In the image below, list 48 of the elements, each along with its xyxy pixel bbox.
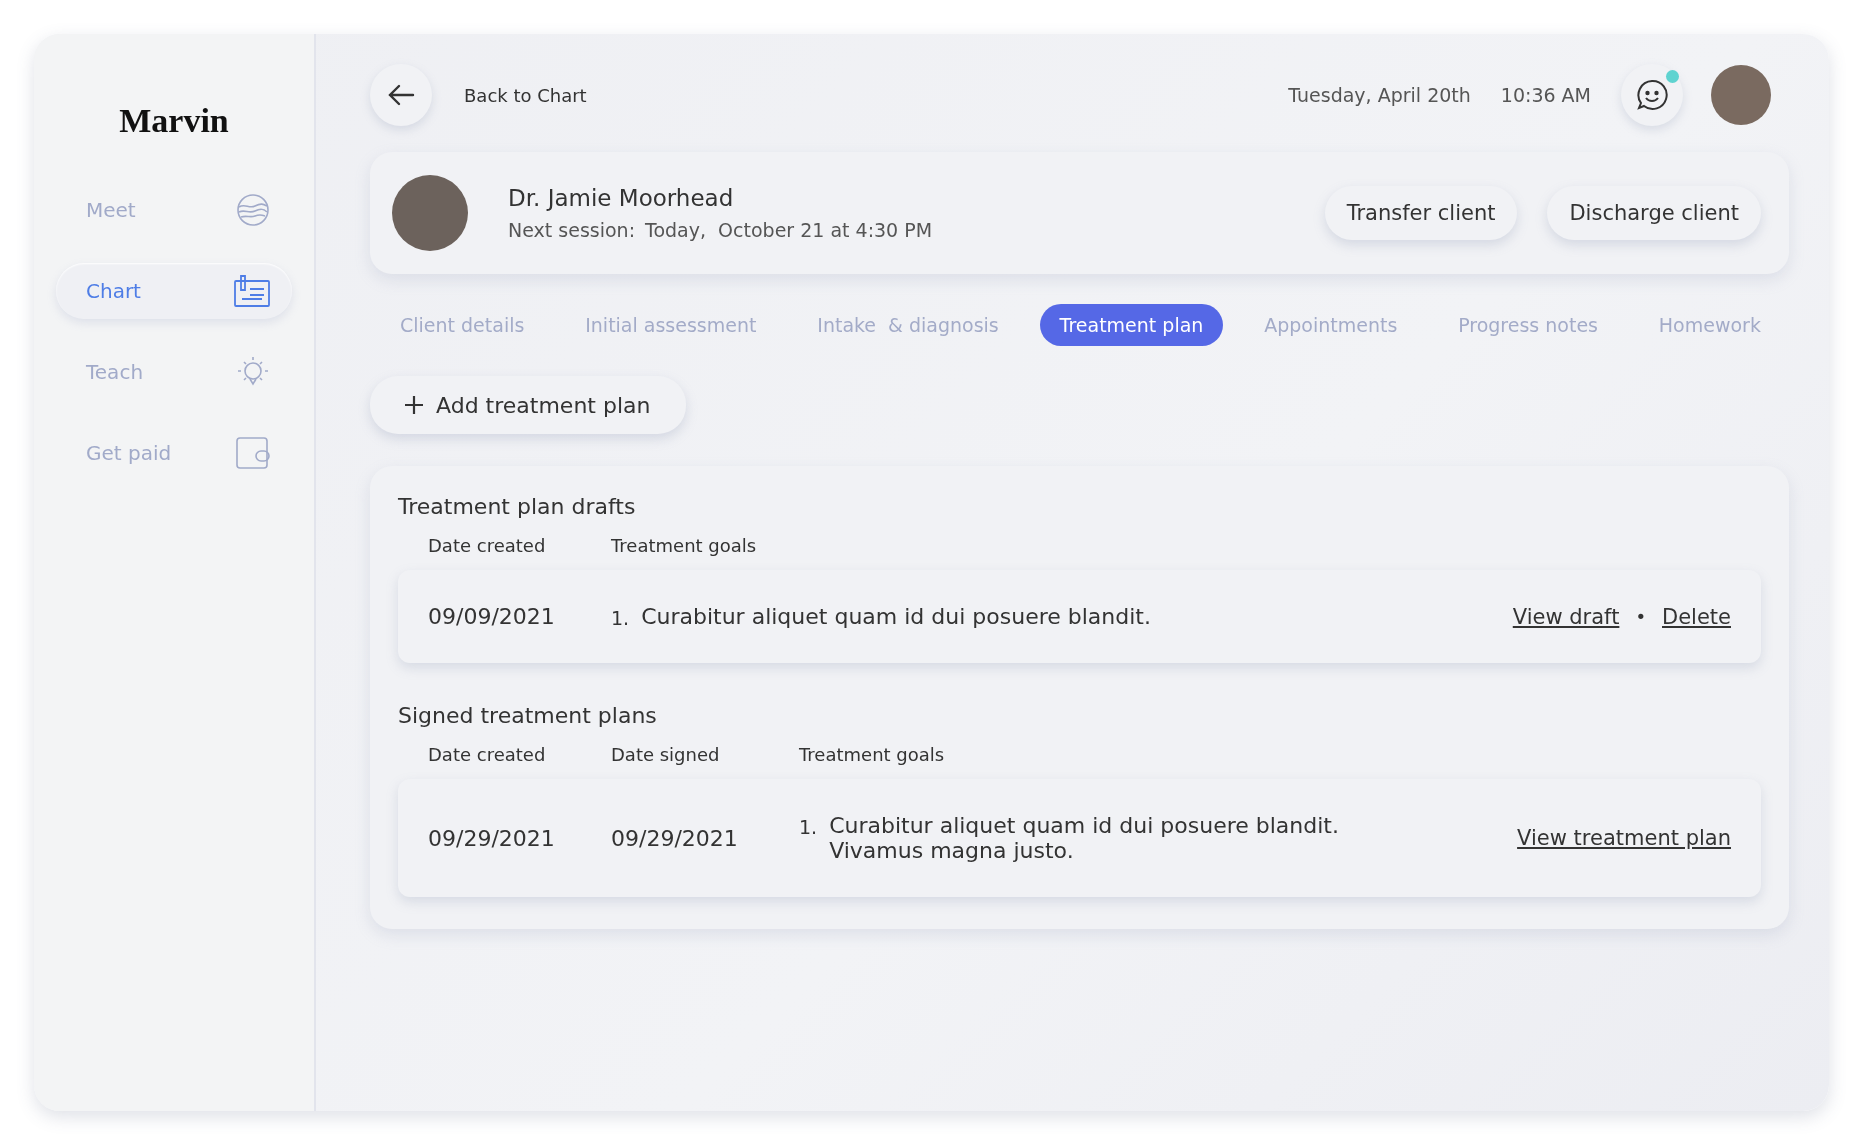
- back-arrow-icon: [387, 83, 415, 107]
- tab[interactable]: Progress notes: [1438, 304, 1618, 346]
- goal-text: Curabitur aliquet quam id dui posuere blandit. Vivamus magna justo.: [829, 813, 1340, 863]
- row-action-link[interactable]: View draft: [1512, 604, 1620, 629]
- messages-button[interactable]: [1621, 64, 1683, 126]
- wallet-icon: [236, 437, 270, 469]
- goal-number: 1.: [799, 815, 818, 840]
- date-text: Tuesday, April 20th: [1288, 84, 1471, 106]
- next-session-label: Next session:: [508, 219, 636, 241]
- separator-dot: •: [1635, 606, 1646, 627]
- date-created-cell-text: 09/29/2021: [428, 825, 556, 851]
- sidebar-item[interactable]: Teach: [56, 344, 292, 400]
- sidebar-item[interactable]: Get paid: [56, 425, 292, 481]
- add-treatment-plan-button[interactable]: Add treatment plan: [370, 376, 687, 434]
- logo: Marvin: [119, 102, 229, 140]
- row-action-link[interactable]: View treatment plan: [1517, 826, 1731, 850]
- tab[interactable]: Client details: [380, 304, 545, 346]
- back-button[interactable]: [370, 64, 432, 126]
- section-title: Signed treatment plans: [398, 703, 658, 728]
- sidebar-item[interactable]: Meet: [56, 182, 292, 238]
- tab[interactable]: Initial assessment: [565, 304, 777, 346]
- chat-smiley-icon: [1635, 78, 1669, 112]
- column-header: Date signed: [611, 744, 721, 765]
- row-action-link[interactable]: Delete: [1662, 604, 1731, 629]
- client-name: Dr. Jamie Moorhead: [508, 185, 735, 211]
- tab[interactable]: Homework: [1638, 304, 1781, 346]
- date-signed-cell-text: 09/29/2021: [611, 825, 739, 851]
- plus-icon: [404, 395, 424, 415]
- column-header: Date created: [428, 744, 547, 765]
- column-header: Date created: [428, 535, 547, 556]
- column-header: Treatment goals: [611, 535, 758, 556]
- goal-text: Curabitur aliquet quam id dui posuere blandit.: [641, 604, 1151, 629]
- column-header: Treatment goals: [799, 744, 946, 765]
- tab[interactable]: Treatment plan: [1039, 304, 1224, 346]
- client-action-button[interactable]: Discharge client: [1547, 186, 1761, 240]
- globe-icon: [236, 193, 270, 227]
- user-avatar[interactable]: [1711, 65, 1771, 125]
- date-created-cell-text: 09/09/2021: [428, 604, 556, 629]
- client-action-button[interactable]: Transfer client: [1324, 186, 1518, 240]
- clipboard-icon: [234, 275, 270, 307]
- time-text: 10:36 AM: [1500, 84, 1591, 106]
- back-link[interactable]: Back to Chart: [464, 84, 587, 106]
- section-title: Treatment plan drafts: [398, 494, 637, 519]
- tab[interactable]: Intake & diagnosis: [797, 304, 1019, 346]
- next-session-text: Today, October 21 at 4:30 PM: [645, 219, 933, 241]
- tab[interactable]: Appointments: [1244, 304, 1418, 346]
- sidebar-item[interactable]: Chart: [56, 263, 292, 319]
- goal-number: 1.: [611, 606, 630, 629]
